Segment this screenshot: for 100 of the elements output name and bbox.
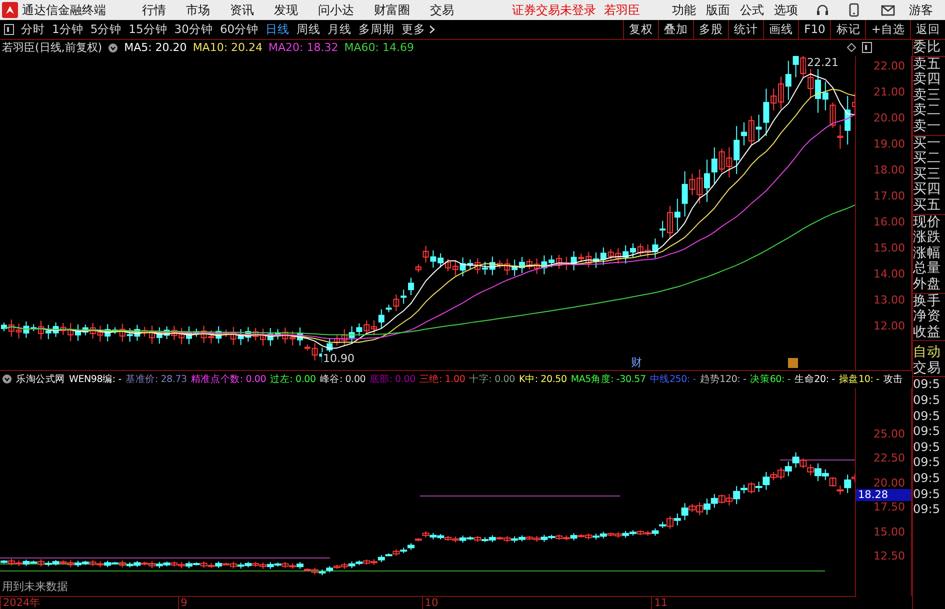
indicator-value: 三绝: 1.00 [419, 372, 466, 386]
trade-time: 09:5 [913, 486, 941, 502]
indicator-value: 趋势120: - [700, 372, 746, 386]
period-tab[interactable]: 15分钟 [128, 22, 168, 37]
quote-label: 买一 [913, 136, 942, 152]
period-tab[interactable]: 5分钟 [90, 22, 122, 37]
period-tab[interactable]: 周线 [296, 22, 321, 37]
trade-label[interactable]: 交易 [913, 360, 945, 376]
quote-label: 卖四 [913, 72, 942, 88]
price-tick: 12.00 [874, 319, 905, 332]
toolbar-button[interactable]: 叠加 [658, 20, 694, 39]
quote-label: 净资 [913, 309, 942, 325]
indicator-value: 攻击 [883, 372, 903, 386]
toolbar-button[interactable]: 画线 [763, 20, 798, 39]
ma-value: MA60: 14.69 [344, 41, 414, 54]
period-tab[interactable]: 更多 [402, 22, 426, 37]
quote-label: 买三 [913, 166, 942, 182]
quote-label: 涨跌 [913, 230, 942, 246]
menu-item[interactable]: 问小达 [318, 2, 354, 18]
indicator-value: 操盘10: - [838, 372, 880, 386]
trade-time: 09:5 [913, 393, 941, 409]
menu-item[interactable]: 公式 [740, 2, 764, 18]
quote-label: 涨幅 [913, 246, 942, 261]
indicator-value: MA5角度: -30.57 [570, 372, 646, 386]
quote-label: 总量 [913, 261, 942, 277]
price-tick: 20.00 [874, 476, 905, 490]
period-tab[interactable]: 日线 [266, 22, 290, 37]
menu-item[interactable]: 功能 [672, 2, 696, 18]
trade-time: 09:5 [913, 408, 941, 424]
price-tick: 16.00 [874, 215, 905, 228]
quote-label: 卖一 [913, 118, 942, 135]
indicator-value: 十字: 0.00 [469, 372, 515, 386]
quote-label: 现价 [913, 214, 942, 230]
date-label: 9 [178, 596, 188, 609]
period-tab[interactable]: 月线 [328, 22, 352, 37]
trade-time: 09:5 [913, 377, 941, 394]
toolbar-button[interactable]: 统计 [728, 20, 764, 39]
current-price-tag: 18.28 [856, 489, 911, 502]
stock-title: 若羽臣(日线,前复权) [2, 40, 102, 56]
date-label: 10 [422, 596, 438, 609]
price-tick: 17.00 [874, 189, 905, 202]
price-tick: 25.00 [874, 427, 905, 440]
menu-item[interactable]: 发现 [274, 2, 298, 18]
mode-label[interactable]: 自动 [913, 345, 945, 361]
quote-label: 卖三 [913, 88, 942, 103]
period-tab[interactable]: 分时 [21, 22, 45, 37]
indicator-value: 峰谷: 0.00 [320, 372, 366, 386]
toolbar-button[interactable]: +自选 [865, 20, 910, 39]
toolbar-button[interactable]: F10 [798, 20, 830, 39]
indicator-value: 过左: 0.00 [270, 372, 316, 386]
quote-label: 买五 [913, 198, 942, 214]
toolbar-button[interactable]: 标记 [830, 20, 866, 39]
login-status[interactable]: 证券交易未登录 [512, 2, 596, 18]
indicator-value: WEN98编: - [69, 372, 122, 386]
period-tab[interactable]: 多周期 [358, 22, 395, 37]
menu-item[interactable]: 版面 [706, 2, 730, 18]
price-tick: 18.00 [874, 163, 905, 176]
indicator-name[interactable]: 乐淘公式网 [16, 372, 66, 386]
menu-item[interactable]: 行情 [142, 2, 166, 18]
trade-time: 09:5 [913, 471, 941, 487]
menu-item[interactable]: 选项 [774, 2, 798, 18]
price-tick: 20.00 [874, 111, 905, 124]
period-tab[interactable]: 30分钟 [174, 22, 213, 37]
high-price-label: 22.21 [806, 56, 840, 69]
indicator-value: K中: 20.50 [518, 372, 567, 386]
trade-time: 09:5 [913, 424, 941, 440]
price-tick: 15.00 [874, 525, 905, 538]
toolbar-button[interactable]: 返回 [910, 20, 945, 39]
quote-label: 卖二 [913, 103, 942, 119]
indicator-value: 基准价: 28.73 [125, 372, 187, 386]
quote-label: 卖五 [913, 56, 942, 72]
event-marker[interactable]: 财 [630, 354, 643, 370]
user-label[interactable]: 游客 [909, 2, 933, 18]
period-tab[interactable]: 1分钟 [52, 22, 84, 37]
price-tick: 21.00 [874, 85, 905, 98]
price-tick: 17.50 [874, 500, 905, 514]
toolbar-button[interactable]: 多股 [693, 20, 728, 39]
quote-label: 买四 [913, 182, 942, 198]
menu-item[interactable]: 财富圈 [374, 2, 410, 18]
menu-item[interactable]: 市场 [186, 2, 210, 18]
menu-item[interactable]: 资讯 [230, 2, 254, 18]
date-label: 11 [651, 596, 668, 609]
indicator-value: 精准点个数: 0.00 [190, 372, 266, 386]
price-tick: 22.00 [874, 59, 905, 72]
low-price-label: 10.90 [322, 352, 356, 365]
price-tick: 12.50 [874, 550, 905, 563]
trade-time: 09:5 [913, 455, 941, 472]
toolbar-button[interactable]: 复权 [623, 20, 658, 39]
price-tick: 15.00 [874, 241, 905, 254]
menu-item[interactable]: 交易 [430, 2, 454, 18]
indicator-value: 底部: 0.00 [370, 372, 416, 386]
quote-label: 换手 [913, 294, 942, 309]
indicator-value: 中线250: - [650, 372, 696, 386]
period-tab[interactable]: 60分钟 [220, 22, 259, 37]
trade-time: 09:5 [913, 440, 941, 456]
stock-name: 若羽臣 [604, 2, 640, 18]
price-tick: 14.00 [874, 267, 905, 280]
trade-time: 09:5 [913, 502, 941, 518]
quote-label: 买二 [913, 151, 942, 167]
indicator-value: 决策60: - [750, 372, 791, 386]
